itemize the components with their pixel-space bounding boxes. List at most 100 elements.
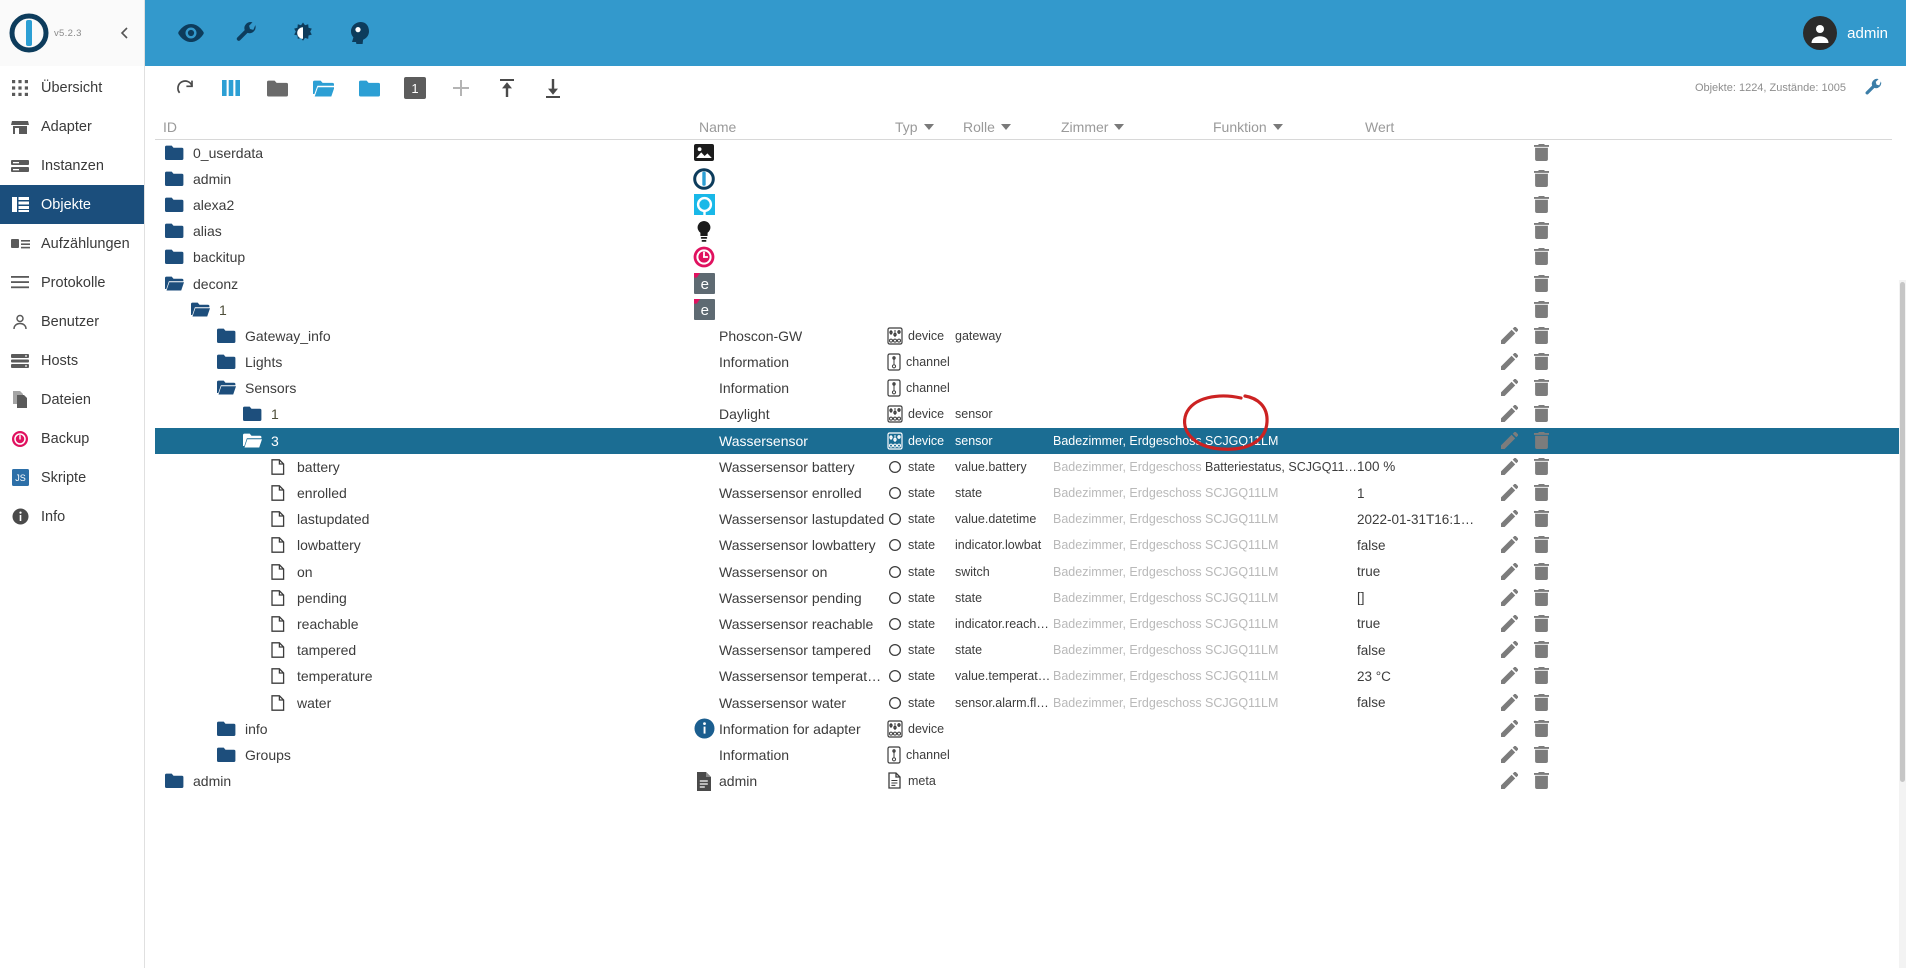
- chevron-down-icon[interactable]: [1114, 124, 1125, 130]
- delete-trash-icon[interactable]: [1534, 588, 1551, 607]
- delete-trash-icon[interactable]: [1534, 693, 1551, 712]
- state-icon[interactable]: [267, 588, 289, 608]
- state-icon[interactable]: [267, 640, 289, 660]
- sidebar-item-dateien[interactable]: Dateien: [0, 380, 144, 419]
- sidebar-item-skripte[interactable]: JS Skripte: [0, 458, 144, 497]
- delete-trash-icon[interactable]: [1534, 772, 1551, 790]
- table-row[interactable]: Groups Information channel: [155, 742, 1906, 768]
- folder-closed-icon[interactable]: [241, 404, 263, 424]
- folder-closed-icon[interactable]: [215, 352, 237, 372]
- columns-button[interactable]: [213, 72, 249, 104]
- delete-trash-icon[interactable]: [1534, 614, 1551, 633]
- edit-pencil-icon[interactable]: [1501, 405, 1519, 423]
- state-icon[interactable]: [267, 614, 289, 634]
- scrollbar-thumb[interactable]: [1900, 282, 1905, 782]
- edit-pencil-icon[interactable]: [1501, 614, 1519, 633]
- sidebar-item-objekte[interactable]: Objekte: [0, 185, 144, 224]
- folder-open-icon[interactable]: [163, 274, 185, 294]
- delete-trash-icon[interactable]: [1534, 484, 1551, 502]
- delete-trash-icon[interactable]: [1534, 641, 1551, 659]
- table-row[interactable]: lowbattery Wassersensor lowbattery state in…: [155, 533, 1906, 559]
- column-header-name[interactable]: Name: [699, 119, 895, 135]
- sidebar-item-uebersicht[interactable]: Übersicht: [0, 68, 144, 107]
- sidebar-item-instanzen[interactable]: Instanzen: [0, 146, 144, 185]
- collapse-all-button[interactable]: [259, 72, 295, 104]
- table-row[interactable]: admin: [155, 166, 1906, 192]
- expand-all-button[interactable]: [305, 72, 341, 104]
- edit-pencil-icon[interactable]: [1501, 588, 1519, 607]
- table-row[interactable]: 3 Wassersensor device sensor Badezimmer, Erd…: [155, 428, 1906, 455]
- state-icon[interactable]: [267, 483, 289, 503]
- folder-closed-icon[interactable]: [163, 771, 185, 791]
- delete-trash-icon[interactable]: [1534, 457, 1551, 476]
- edit-pencil-icon[interactable]: [1501, 693, 1519, 712]
- delete-trash-icon[interactable]: [1534, 667, 1551, 685]
- column-header-typ[interactable]: Typ: [895, 119, 963, 135]
- table-row[interactable]: water Wassersensor water state sensor.alarm…: [155, 690, 1906, 716]
- sidebar-item-hosts[interactable]: Hosts: [0, 341, 144, 380]
- edit-pencil-icon[interactable]: [1501, 483, 1519, 502]
- contrast-icon[interactable]: [283, 13, 323, 53]
- refresh-button[interactable]: [167, 72, 203, 104]
- table-row[interactable]: Gateway_info Phoscon-GW device gateway: [155, 323, 1906, 349]
- edit-pencil-icon[interactable]: [1501, 352, 1519, 371]
- table-row[interactable]: temperature Wassersensor temperature state…: [155, 664, 1906, 690]
- sidebar-item-aufzaehlungen[interactable]: Aufzählungen: [0, 224, 144, 263]
- delete-trash-icon[interactable]: [1534, 353, 1551, 371]
- delete-trash-icon[interactable]: [1534, 222, 1551, 240]
- user-menu[interactable]: admin: [1803, 16, 1888, 50]
- table-row[interactable]: Sensors Information channel: [155, 376, 1906, 402]
- state-icon[interactable]: [267, 562, 289, 582]
- edit-pencil-icon[interactable]: [1501, 640, 1519, 659]
- edit-pencil-icon[interactable]: [1501, 431, 1519, 450]
- delete-trash-icon[interactable]: [1534, 248, 1551, 266]
- folder-open-icon[interactable]: [215, 378, 237, 398]
- edit-pencil-icon[interactable]: [1501, 771, 1519, 790]
- edit-pencil-icon[interactable]: [1501, 326, 1519, 345]
- sidebar-collapse-button[interactable]: [112, 20, 138, 46]
- delete-trash-icon[interactable]: [1534, 300, 1551, 319]
- table-row[interactable]: pending Wassersensor pending state state Bad…: [155, 585, 1906, 611]
- add-object-button[interactable]: [443, 72, 479, 104]
- column-header-zimmer[interactable]: Zimmer: [1061, 119, 1213, 135]
- chevron-down-icon[interactable]: [1272, 124, 1283, 130]
- sidebar-item-adapter[interactable]: Adapter: [0, 107, 144, 146]
- state-icon[interactable]: [267, 535, 289, 555]
- table-row[interactable]: tampered Wassersensor tampered state state B…: [155, 638, 1906, 664]
- vertical-scrollbar[interactable]: [1899, 280, 1906, 968]
- table-row[interactable]: on Wassersensor on state switch Badezimmer, …: [155, 559, 1906, 585]
- column-header-funktion[interactable]: Funktion: [1213, 119, 1365, 135]
- table-row[interactable]: battery Wassersensor battery state value.ba…: [155, 454, 1906, 480]
- state-icon[interactable]: [267, 666, 289, 686]
- delete-trash-icon[interactable]: [1534, 431, 1551, 450]
- sidebar-item-backup[interactable]: Backup: [0, 419, 144, 458]
- table-row[interactable]: info Information for adapter device: [155, 716, 1906, 742]
- delete-trash-icon[interactable]: [1534, 405, 1551, 423]
- folder-open-icon[interactable]: [241, 431, 263, 451]
- folder-closed-icon[interactable]: [215, 745, 237, 765]
- edit-pencil-icon[interactable]: [1501, 667, 1519, 685]
- table-row[interactable]: alias: [155, 219, 1906, 245]
- delete-trash-icon[interactable]: [1534, 719, 1551, 738]
- delete-trash-icon[interactable]: [1534, 274, 1551, 293]
- table-row[interactable]: lastupdated Wassersensor lastupdated state…: [155, 507, 1906, 533]
- column-header-id[interactable]: ID: [163, 119, 699, 135]
- eye-icon[interactable]: [171, 13, 211, 53]
- wrench-icon[interactable]: [227, 13, 267, 53]
- delete-trash-icon[interactable]: [1534, 536, 1551, 554]
- edit-pencil-icon[interactable]: [1501, 536, 1519, 554]
- state-icon[interactable]: [267, 693, 289, 713]
- folder-closed-icon[interactable]: [163, 195, 185, 215]
- edit-pencil-icon[interactable]: [1501, 378, 1519, 397]
- folder-closed-icon[interactable]: [163, 221, 185, 241]
- folder-closed-icon[interactable]: [163, 247, 185, 267]
- table-row[interactable]: deconz e: [155, 271, 1906, 297]
- chevron-down-icon[interactable]: [1000, 124, 1011, 130]
- sidebar-item-protokolle[interactable]: Protokolle: [0, 263, 144, 302]
- edit-pencil-icon[interactable]: [1501, 509, 1519, 528]
- folder-open-icon[interactable]: [189, 300, 211, 320]
- table-row[interactable]: 1 Daylight device sensor: [155, 402, 1906, 428]
- sidebar-item-info[interactable]: Info: [0, 497, 144, 536]
- expert-mode-icon[interactable]: [339, 13, 379, 53]
- expand-one-button[interactable]: [351, 72, 387, 104]
